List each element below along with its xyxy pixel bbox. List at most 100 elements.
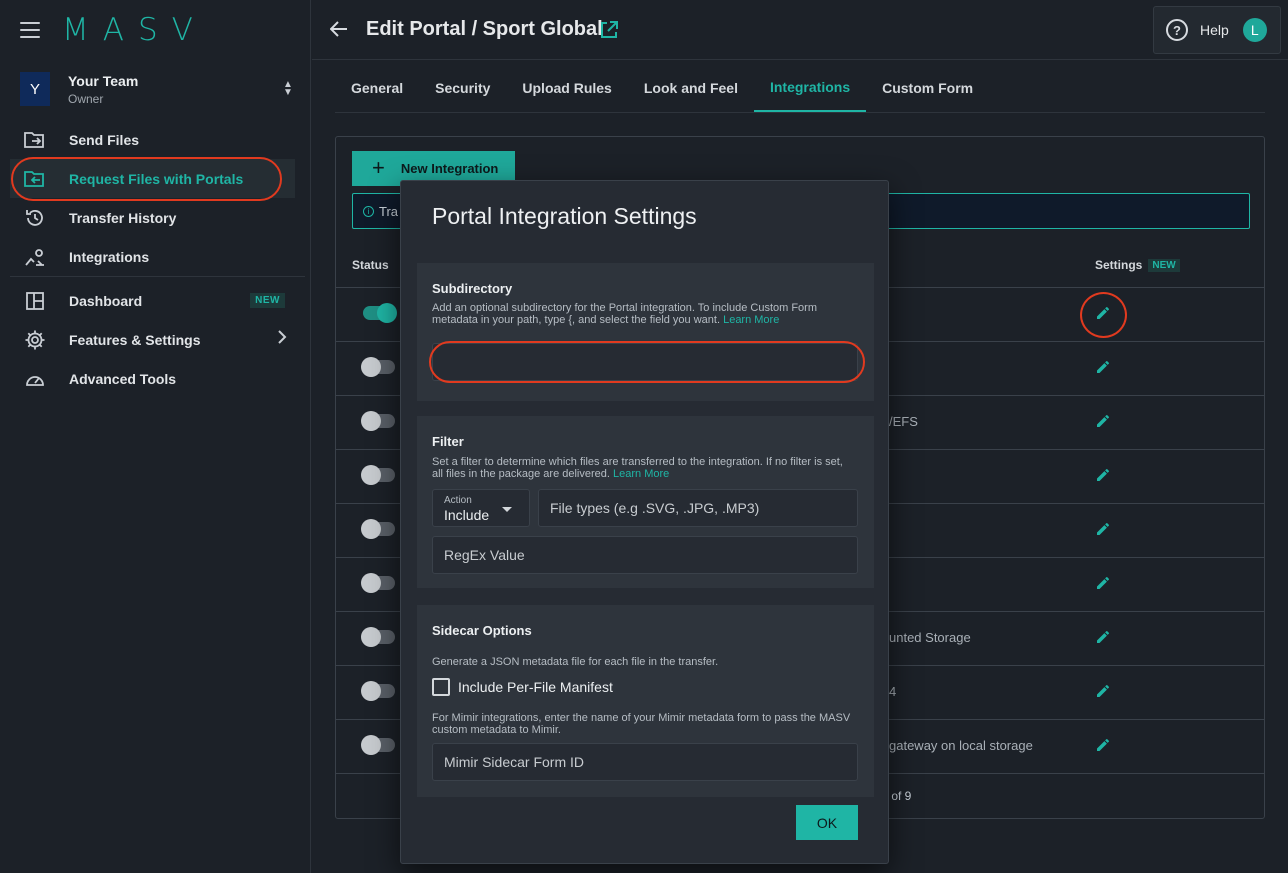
status-toggle[interactable] bbox=[361, 735, 395, 755]
subdirectory-input[interactable] bbox=[432, 343, 858, 381]
help-button[interactable]: Help bbox=[1200, 22, 1229, 38]
tab-security[interactable]: Security bbox=[419, 64, 506, 112]
tab-look-and-feel[interactable]: Look and Feel bbox=[628, 64, 754, 112]
status-toggle[interactable] bbox=[361, 465, 395, 485]
chevron-up-down-icon: ▲ ▼ bbox=[283, 79, 293, 98]
help-icon[interactable]: ? bbox=[1166, 19, 1188, 41]
subdirectory-section: Subdirectory Add an optional subdirector… bbox=[417, 263, 874, 401]
gear-icon bbox=[24, 329, 46, 351]
portal-tabs: General Security Upload Rules Look and F… bbox=[335, 64, 1265, 113]
per-file-manifest-checkbox-row[interactable]: Include Per-File Manifest bbox=[432, 678, 613, 696]
pencil-edit-icon[interactable] bbox=[1096, 360, 1110, 374]
user-avatar[interactable]: L bbox=[1242, 18, 1267, 42]
sidebar-item-label: Integrations bbox=[69, 248, 150, 265]
status-toggle[interactable] bbox=[361, 681, 395, 701]
pencil-edit-icon[interactable] bbox=[1096, 468, 1110, 482]
status-toggle[interactable] bbox=[361, 411, 395, 431]
settings-label: Settings bbox=[1095, 258, 1143, 272]
section-title: Subdirectory bbox=[432, 281, 513, 296]
pencil-edit-icon[interactable] bbox=[1096, 522, 1110, 536]
new-badge: NEW bbox=[1148, 258, 1180, 272]
history-icon bbox=[24, 207, 46, 229]
masv-logo: MASV bbox=[62, 12, 207, 48]
back-arrow-icon[interactable] bbox=[329, 18, 348, 44]
sidebar-item-request-files[interactable]: Request Files with Portals bbox=[10, 159, 295, 198]
action-select[interactable]: Action Include bbox=[432, 489, 530, 527]
status-toggle[interactable] bbox=[363, 303, 397, 323]
action-label: Action bbox=[444, 495, 472, 506]
sidebar-item-transfer-history[interactable]: Transfer History bbox=[10, 198, 295, 237]
status-toggle[interactable] bbox=[361, 519, 395, 539]
sidebar: MASV Y Your Team Owner ▲ ▼ Send Files Req… bbox=[0, 0, 311, 873]
new-badge: NEW bbox=[250, 293, 285, 308]
ok-button[interactable]: OK bbox=[796, 805, 858, 840]
external-link-icon[interactable] bbox=[599, 20, 619, 40]
team-switcher[interactable]: Y Your Team Owner ▲ ▼ bbox=[20, 70, 295, 108]
send-files-icon bbox=[24, 129, 46, 151]
pencil-edit-icon[interactable] bbox=[1096, 576, 1110, 590]
section-title: Sidecar Options bbox=[432, 623, 532, 638]
tab-upload-rules[interactable]: Upload Rules bbox=[506, 64, 627, 112]
row-description: gateway on local storage bbox=[889, 738, 1033, 753]
dialog-title: Portal Integration Settings bbox=[432, 203, 697, 229]
section-description: Generate a JSON metadata file for each f… bbox=[432, 656, 719, 668]
hamburger-menu-icon[interactable] bbox=[20, 22, 40, 38]
pencil-edit-icon[interactable] bbox=[1096, 414, 1110, 428]
logo-row: MASV bbox=[20, 12, 207, 48]
row-description: /EFS bbox=[889, 414, 918, 429]
team-name: Your Team bbox=[68, 72, 139, 89]
dashboard-icon bbox=[24, 290, 46, 312]
portal-integration-settings-dialog: Portal Integration Settings Subdirectory… bbox=[400, 180, 889, 864]
request-files-icon bbox=[24, 168, 46, 190]
sidebar-item-advanced-tools[interactable]: Advanced Tools bbox=[10, 359, 295, 398]
sidebar-item-label: Transfer History bbox=[69, 209, 177, 226]
mimir-sidecar-form-id-input[interactable]: Mimir Sidecar Form ID bbox=[432, 743, 858, 781]
caret-down-icon bbox=[502, 507, 512, 512]
pencil-edit-icon[interactable] bbox=[1096, 738, 1110, 752]
tab-custom-form[interactable]: Custom Form bbox=[866, 64, 989, 112]
sidebar-item-label: Request Files with Portals bbox=[69, 170, 244, 187]
pencil-edit-icon[interactable] bbox=[1096, 684, 1110, 698]
gauge-icon bbox=[24, 368, 46, 390]
tab-integrations[interactable]: Integrations bbox=[753, 64, 867, 112]
pencil-edit-icon[interactable] bbox=[1096, 630, 1110, 644]
mimir-description: For Mimir integrations, enter the name o… bbox=[432, 712, 851, 736]
checkbox-label: Include Per-File Manifest bbox=[458, 679, 613, 695]
sidebar-item-send-files[interactable]: Send Files bbox=[10, 120, 295, 159]
column-header-settings: Settings NEW bbox=[1095, 258, 1180, 272]
row-description: 4 bbox=[889, 684, 897, 699]
file-types-input[interactable]: File types (e.g .SVG, .JPG, .MP3) bbox=[538, 489, 858, 527]
sidecar-options-section: Sidecar Options Generate a JSON metadata… bbox=[417, 605, 874, 797]
section-title: Filter bbox=[432, 434, 464, 449]
team-avatar: Y bbox=[20, 72, 50, 106]
sidebar-item-label: Dashboard bbox=[69, 292, 143, 309]
action-value: Include bbox=[444, 507, 490, 523]
new-integration-label: New Integration bbox=[400, 161, 499, 176]
row-description: unted Storage bbox=[889, 630, 971, 645]
chevron-right-icon bbox=[277, 330, 287, 349]
section-description: Add an optional subdirectory for the Por… bbox=[432, 302, 852, 326]
sidebar-item-label: Send Files bbox=[69, 131, 140, 148]
help-area: ? Help L bbox=[1153, 6, 1281, 54]
divider bbox=[10, 276, 305, 277]
status-toggle[interactable] bbox=[361, 573, 395, 593]
column-header-status: Status bbox=[352, 258, 389, 272]
sidebar-item-label: Advanced Tools bbox=[69, 370, 177, 387]
sidebar-item-features-settings[interactable]: Features & Settings bbox=[10, 320, 295, 359]
info-icon: i bbox=[363, 205, 374, 217]
tab-general[interactable]: General bbox=[335, 64, 419, 112]
regex-input[interactable]: RegEx Value bbox=[432, 536, 858, 574]
pencil-edit-icon[interactable] bbox=[1096, 306, 1110, 320]
page-header: Edit Portal / Sport Global ? Help L bbox=[312, 0, 1288, 60]
learn-more-link[interactable]: Learn More bbox=[723, 314, 779, 326]
sidebar-item-integrations[interactable]: Integrations bbox=[10, 237, 295, 276]
filter-section: Filter Set a filter to determine which f… bbox=[417, 416, 874, 588]
status-toggle[interactable] bbox=[361, 627, 395, 647]
per-file-manifest-checkbox[interactable] bbox=[432, 678, 450, 696]
sidebar-item-dashboard[interactable]: Dashboard NEW bbox=[10, 281, 295, 320]
status-toggle[interactable] bbox=[361, 357, 395, 377]
learn-more-link[interactable]: Learn More bbox=[613, 468, 669, 480]
team-role: Owner bbox=[68, 91, 104, 106]
plus-icon: + bbox=[372, 154, 385, 180]
info-text: Tra bbox=[379, 203, 399, 219]
